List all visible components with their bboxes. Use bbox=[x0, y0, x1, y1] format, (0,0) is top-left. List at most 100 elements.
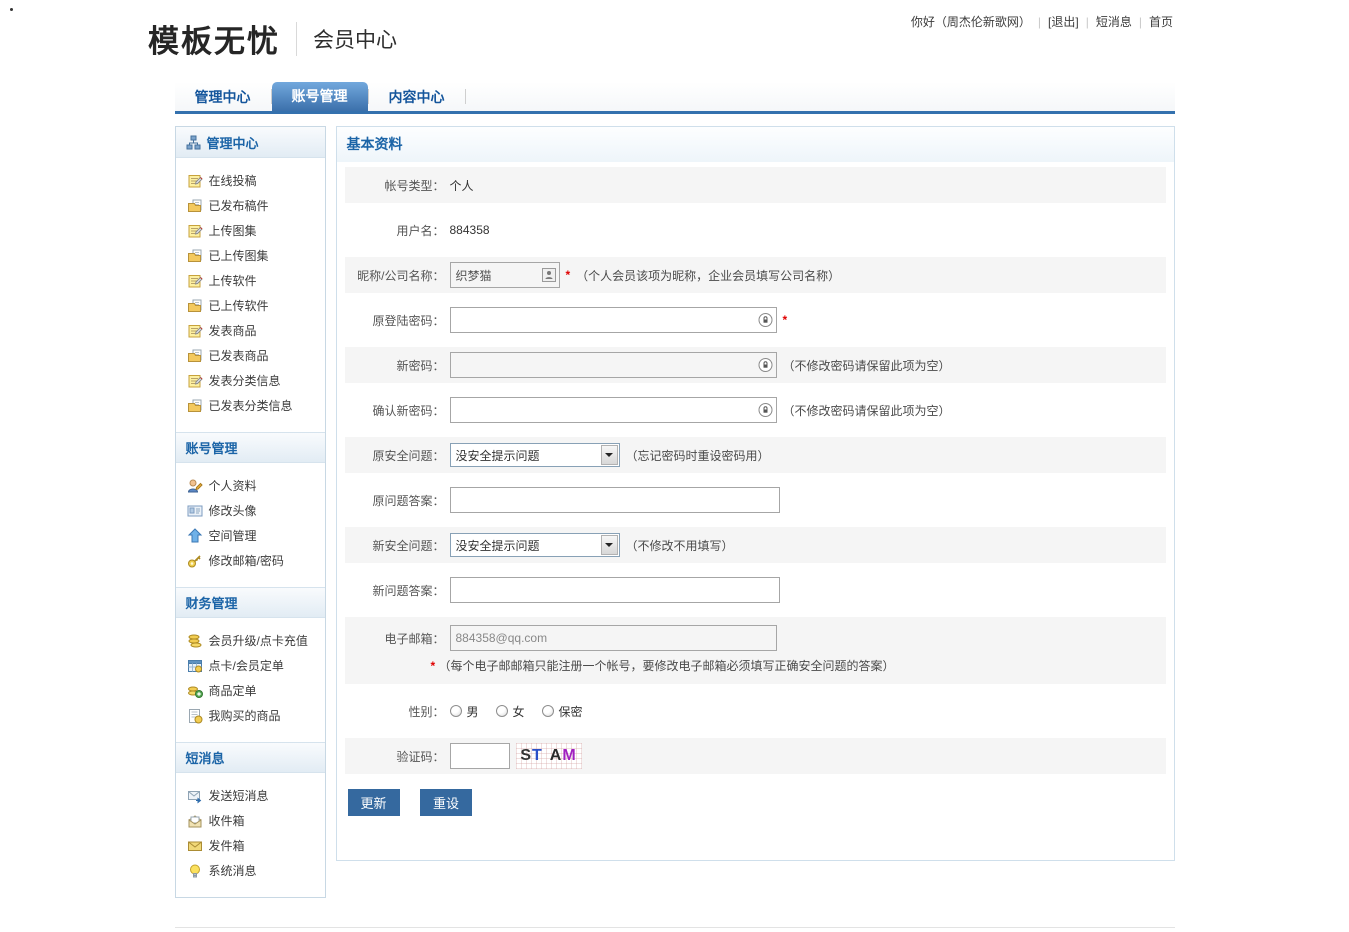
sidebar-item-upload-software[interactable]: 上传软件 bbox=[176, 268, 325, 293]
sidebar-item-posted-classified[interactable]: 已发表分类信息 bbox=[176, 393, 325, 418]
sidebar-section-admin: 管理中心 在线投稿 已发布稿件 上传图集 已上传图集 上传软件 已上传软件 发表… bbox=[176, 127, 325, 432]
doc-coin-icon bbox=[187, 708, 203, 724]
update-button[interactable]: 更新 bbox=[348, 789, 400, 816]
folder-doc-icon bbox=[187, 398, 203, 414]
nickname-label: 昵称/公司名称： bbox=[345, 267, 445, 284]
old-answer-label: 原问题答案： bbox=[345, 492, 445, 509]
top-bar: 模板无忧 会员中心 你好（周杰伦新歌网） | [退出] | 短消息 | 首页 bbox=[0, 0, 1349, 66]
old-question-hint: （忘记密码时重设密码用） bbox=[626, 447, 770, 464]
old-question-select[interactable]: 没安全提示问题 bbox=[450, 443, 620, 467]
new-question-select[interactable]: 没安全提示问题 bbox=[450, 533, 620, 557]
row-new-answer: 新问题答案： bbox=[345, 572, 1166, 608]
form-buttons: 更新 重设 bbox=[348, 789, 1166, 816]
gender-radio-female[interactable] bbox=[496, 705, 508, 717]
messages-link[interactable]: 短消息 bbox=[1096, 13, 1132, 30]
gender-radio-secret[interactable] bbox=[542, 705, 554, 717]
sidebar-item-inbox[interactable]: 收件箱 bbox=[176, 808, 325, 833]
nickname-picker-icon[interactable] bbox=[542, 268, 556, 282]
soft-keyboard-lock-icon[interactable] bbox=[758, 313, 773, 328]
sidebar-item-change-avatar[interactable]: 修改头像 bbox=[176, 498, 325, 523]
tab-content-center[interactable]: 内容中心 bbox=[369, 83, 465, 111]
link-separator: | bbox=[1139, 15, 1142, 29]
user-edit-icon bbox=[187, 478, 203, 494]
edit-note-icon bbox=[187, 323, 203, 339]
main-tabs: 管理中心 账号管理 内容中心 bbox=[175, 82, 1175, 114]
sidebar-item-system-messages[interactable]: 系统消息 bbox=[176, 858, 325, 883]
key-icon bbox=[187, 553, 203, 569]
sidebar-item-card-member-orders[interactable]: 点卡/会员定单 bbox=[176, 653, 325, 678]
old-question-label: 原安全问题： bbox=[345, 447, 445, 464]
new-password-input[interactable] bbox=[450, 352, 777, 378]
captcha-input[interactable] bbox=[450, 743, 510, 769]
reset-button[interactable]: 重设 bbox=[420, 789, 472, 816]
outbox-icon bbox=[187, 838, 203, 854]
row-old-answer: 原问题答案： bbox=[345, 482, 1166, 518]
row-gender: 性别： 男 女 保密 bbox=[345, 693, 1166, 729]
edit-note-icon bbox=[187, 373, 203, 389]
sidebar: 管理中心 在线投稿 已发布稿件 上传图集 已上传图集 上传软件 已上传软件 发表… bbox=[175, 126, 326, 898]
sidebar-section-title: 财务管理 bbox=[186, 593, 238, 612]
sidebar-item-product-orders[interactable]: 商品定单 bbox=[176, 678, 325, 703]
new-question-hint: （不修改不用填写） bbox=[626, 537, 734, 554]
sidebar-item-upgrade-recharge[interactable]: 会员升级/点卡充值 bbox=[176, 628, 325, 653]
nickname-hint: （个人会员该项为昵称，企业会员填写公司名称） bbox=[576, 267, 840, 284]
new-answer-label: 新问题答案： bbox=[345, 582, 445, 599]
captcha-image[interactable]: S T A M bbox=[516, 743, 582, 769]
row-old-password: 原登陆密码： * bbox=[345, 302, 1166, 338]
email-hint: （每个电子邮邮箱只能注册一个帐号，要修改电子邮箱必须填写正确安全问题的答案） bbox=[439, 659, 895, 673]
sidebar-item-outbox[interactable]: 发件箱 bbox=[176, 833, 325, 858]
logout-link[interactable]: [退出] bbox=[1048, 13, 1079, 30]
soft-keyboard-lock-icon[interactable] bbox=[758, 358, 773, 373]
org-chart-icon bbox=[186, 135, 201, 150]
sidebar-item-post-product[interactable]: 发表商品 bbox=[176, 318, 325, 343]
edit-note-icon bbox=[187, 223, 203, 239]
username-value: 884358 bbox=[450, 223, 490, 237]
sidebar-item-space-management[interactable]: 空间管理 bbox=[176, 523, 325, 548]
tab-admin-center[interactable]: 管理中心 bbox=[175, 83, 271, 111]
old-answer-input[interactable] bbox=[450, 487, 780, 513]
confirm-password-hint: （不修改密码请保留此项为空） bbox=[783, 402, 951, 419]
profile-form: 帐号类型： 个人 用户名： 884358 昵称/公司名称： * （个人会员该项为… bbox=[337, 162, 1174, 816]
confirm-password-input[interactable] bbox=[450, 397, 777, 423]
sidebar-item-post-classified[interactable]: 发表分类信息 bbox=[176, 368, 325, 393]
sidebar-item-uploaded-galleries[interactable]: 已上传图集 bbox=[176, 243, 325, 268]
edit-note-icon bbox=[187, 273, 203, 289]
sidebar-item-send-message[interactable]: 发送短消息 bbox=[176, 783, 325, 808]
required-star: * bbox=[783, 313, 788, 327]
new-question-label: 新安全问题： bbox=[345, 537, 445, 554]
sidebar-item-uploaded-software[interactable]: 已上传软件 bbox=[176, 293, 325, 318]
row-nickname: 昵称/公司名称： * （个人会员该项为昵称，企业会员填写公司名称） bbox=[345, 257, 1166, 293]
sidebar-item-profile[interactable]: 个人资料 bbox=[176, 473, 325, 498]
bulb-icon bbox=[187, 863, 203, 879]
required-star: * bbox=[566, 268, 571, 282]
new-answer-input[interactable] bbox=[450, 577, 780, 603]
email-input[interactable] bbox=[450, 625, 777, 651]
account-type-value: 个人 bbox=[450, 177, 474, 194]
gender-option-female[interactable]: 女 bbox=[513, 703, 525, 720]
sidebar-item-upload-gallery[interactable]: 上传图集 bbox=[176, 218, 325, 243]
chevron-down-icon[interactable] bbox=[601, 535, 618, 555]
home-link[interactable]: 首页 bbox=[1149, 13, 1173, 30]
sidebar-item-submit-article[interactable]: 在线投稿 bbox=[176, 168, 325, 193]
sidebar-section-title: 短消息 bbox=[186, 748, 225, 767]
sidebar-item-change-email-password[interactable]: 修改邮箱/密码 bbox=[176, 548, 325, 573]
gender-option-male[interactable]: 男 bbox=[467, 703, 479, 720]
new-password-label: 新密码： bbox=[345, 357, 445, 374]
gender-option-secret[interactable]: 保密 bbox=[559, 703, 583, 720]
sidebar-item-purchased-products[interactable]: 我购买的商品 bbox=[176, 703, 325, 728]
sidebar-item-posted-products[interactable]: 已发表商品 bbox=[176, 343, 325, 368]
soft-keyboard-lock-icon[interactable] bbox=[758, 403, 773, 418]
site-logo: 模板无忧 bbox=[148, 16, 280, 61]
sidebar-section-account: 账号管理 个人资料 修改头像 空间管理 修改邮箱/密码 bbox=[176, 432, 325, 587]
tab-account-management[interactable]: 账号管理 bbox=[272, 82, 368, 111]
greeting-text[interactable]: 你好（周杰伦新歌网） bbox=[911, 13, 1031, 30]
sidebar-section-finance: 财务管理 会员升级/点卡充值 点卡/会员定单 商品定单 我购买的商品 bbox=[176, 587, 325, 742]
sidebar-item-published-articles[interactable]: 已发布稿件 bbox=[176, 193, 325, 218]
row-captcha: 验证码： S T A M bbox=[345, 738, 1166, 774]
chevron-down-icon[interactable] bbox=[601, 445, 618, 465]
gender-radio-male[interactable] bbox=[450, 705, 462, 717]
footer: Copyright © 2004-2011 QQ884358. 织梦科技 版权所… bbox=[175, 927, 1175, 932]
sidebar-header-messages: 短消息 bbox=[176, 742, 325, 773]
send-mail-icon bbox=[187, 788, 203, 804]
old-password-input[interactable] bbox=[450, 307, 777, 333]
